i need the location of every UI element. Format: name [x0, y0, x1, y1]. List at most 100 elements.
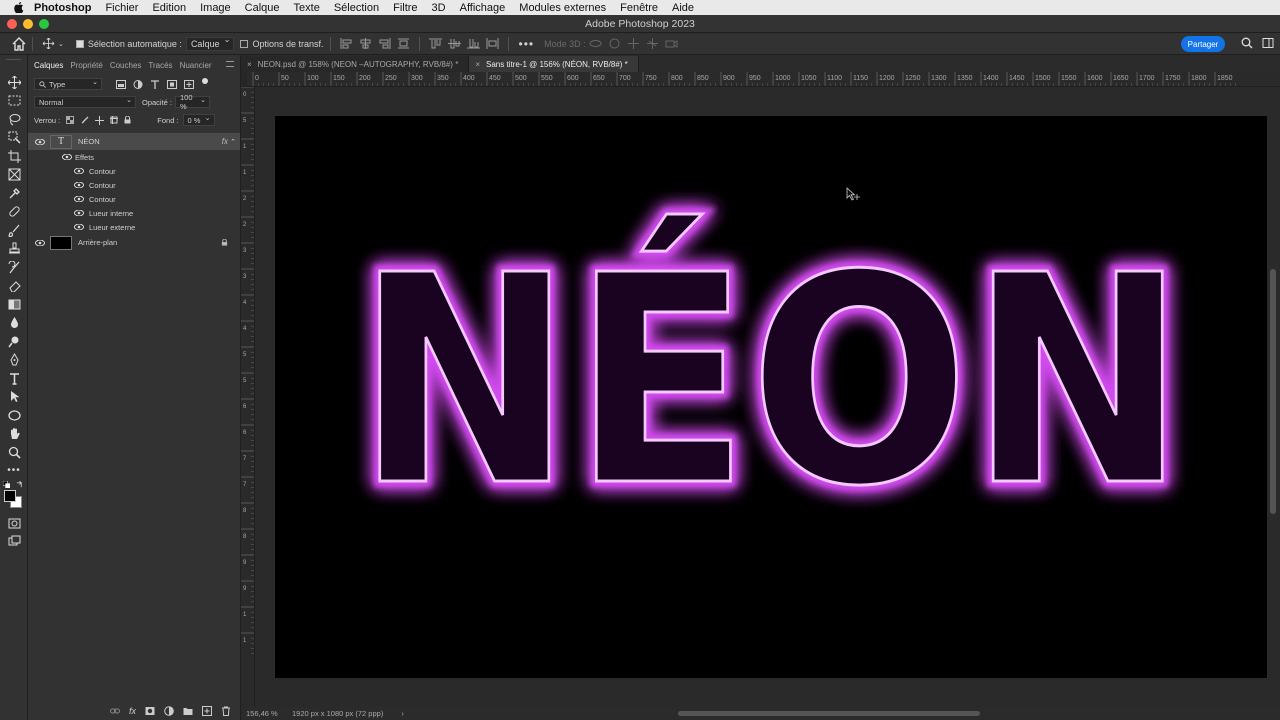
search-icon[interactable]	[1241, 37, 1253, 49]
trash-icon[interactable]	[221, 706, 231, 716]
distribute-v-icon[interactable]	[486, 38, 499, 49]
new-group-icon[interactable]	[183, 706, 193, 716]
gradient-tool[interactable]	[0, 295, 28, 314]
add-style-icon[interactable]: fx	[129, 706, 136, 716]
tab-calques[interactable]: Calques	[34, 61, 63, 70]
menu-edition[interactable]: Edition	[152, 2, 186, 14]
auto-select-dropdown[interactable]: Calque	[185, 35, 235, 51]
menu-fenetre[interactable]: Fenêtre	[620, 2, 658, 14]
type-tool[interactable]	[0, 369, 28, 388]
blend-mode-select[interactable]: Normal ⌄	[34, 96, 136, 108]
zoom-window-button[interactable]	[39, 19, 49, 29]
camera-3d-icon[interactable]	[665, 38, 678, 49]
color-swatches[interactable]	[0, 480, 27, 514]
tab-document-neon-psd[interactable]: × NEON.psd @ 158% (NEON –AUTOGRAPHY, RVB…	[241, 56, 470, 72]
distribute-icon[interactable]	[397, 38, 410, 49]
filter-toggle-icon[interactable]	[202, 78, 208, 84]
menu-texte[interactable]: Texte	[294, 2, 320, 14]
share-button[interactable]: Partager	[1181, 36, 1225, 52]
chevron-up-icon[interactable]: ⌃	[230, 138, 236, 146]
lock-transparent-icon[interactable]	[66, 116, 75, 124]
filter-type-icon[interactable]	[150, 79, 160, 89]
effect-item[interactable]: Lueur externe	[28, 220, 240, 234]
default-colors-icon[interactable]	[3, 481, 10, 488]
effect-item[interactable]: Contour	[28, 164, 240, 178]
effect-item[interactable]: Lueur interne	[28, 206, 240, 220]
close-icon[interactable]: ×	[475, 60, 480, 69]
pan-3d-icon[interactable]	[627, 38, 640, 49]
dodge-tool[interactable]	[0, 332, 28, 351]
auto-select-checkbox[interactable]	[75, 39, 84, 48]
eye-icon[interactable]	[62, 154, 72, 160]
opacity-field[interactable]: 100 % ⌄	[175, 93, 211, 111]
home-icon[interactable]	[12, 36, 26, 51]
menu-affichage[interactable]: Affichage	[460, 2, 506, 14]
status-menu-arrow[interactable]: ›	[401, 709, 404, 718]
swap-colors-icon[interactable]	[16, 481, 23, 488]
filter-shape-icon[interactable]	[167, 79, 177, 89]
align-right-icon[interactable]	[378, 38, 391, 49]
move-tool[interactable]	[0, 73, 28, 92]
brush-tool[interactable]	[0, 221, 28, 240]
effect-item[interactable]: Contour	[28, 178, 240, 192]
menu-aide[interactable]: Aide	[672, 2, 694, 14]
filter-smart-object-icon[interactable]	[184, 79, 194, 89]
effect-item[interactable]: Contour	[28, 192, 240, 206]
lock-pixels-icon[interactable]	[81, 116, 89, 124]
history-brush-tool[interactable]	[0, 258, 28, 277]
eye-icon[interactable]	[74, 210, 84, 216]
menu-calque[interactable]: Calque	[245, 2, 280, 14]
eyedropper-tool[interactable]	[0, 184, 28, 203]
screen-mode-button[interactable]	[0, 533, 28, 552]
lasso-tool[interactable]	[0, 110, 28, 129]
workspace-icon[interactable]	[1262, 37, 1274, 49]
clone-stamp-tool[interactable]	[0, 240, 28, 259]
fill-field[interactable]: 0 % ⌄	[182, 114, 215, 126]
hand-tool[interactable]	[0, 425, 28, 444]
canvas-area[interactable]: NÉON NÉON	[255, 87, 1267, 707]
edit-toolbar-button[interactable]: •••	[0, 462, 28, 481]
menu-fichier[interactable]: Fichier	[105, 2, 138, 14]
tab-document-sans-titre[interactable]: × Sans titre-1 @ 156% (NÉON, RVB/8#) *	[469, 56, 639, 72]
align-center-h-icon[interactable]	[359, 38, 372, 49]
horizontal-scroll-thumb[interactable]	[678, 711, 980, 716]
tab-nuancier[interactable]: Nuancier	[180, 61, 212, 70]
menu-modules[interactable]: Modules externes	[519, 2, 606, 14]
eye-icon[interactable]	[74, 224, 84, 230]
align-bottom-icon[interactable]	[466, 38, 480, 49]
healing-brush-tool[interactable]	[0, 203, 28, 222]
panel-menu-icon[interactable]	[226, 61, 234, 67]
tab-proprietes[interactable]: Propriété	[70, 61, 102, 70]
scroll-thumb[interactable]	[1270, 269, 1276, 514]
eye-icon[interactable]	[74, 168, 84, 174]
eye-icon[interactable]	[74, 182, 84, 188]
menu-selection[interactable]: Sélection	[334, 2, 379, 14]
eraser-tool[interactable]	[0, 277, 28, 296]
menu-3d[interactable]: 3D	[432, 2, 446, 14]
transform-controls-checkbox[interactable]	[240, 39, 249, 48]
align-middle-v-icon[interactable]	[447, 38, 461, 49]
orbit-3d-icon[interactable]	[589, 38, 602, 49]
zoom-tool[interactable]	[0, 443, 28, 462]
vertical-scrollbar[interactable]	[1267, 87, 1280, 707]
document-canvas[interactable]: NÉON NÉON	[275, 116, 1267, 678]
effects-row[interactable]: Effets	[28, 150, 240, 164]
lock-icon[interactable]	[221, 239, 228, 246]
more-options-icon[interactable]: •••	[519, 37, 535, 51]
menu-photoshop[interactable]: Photoshop	[34, 2, 91, 14]
lock-artboard-icon[interactable]	[110, 116, 119, 124]
apple-icon[interactable]	[12, 2, 26, 13]
new-layer-icon[interactable]	[202, 706, 212, 716]
ruler-horizontal[interactable]: 0 50 100 150 200 250 300 350 400 450 500 550 600 650 7…	[247, 72, 1280, 87]
filter-pixel-icon[interactable]	[116, 79, 126, 89]
add-mask-icon[interactable]	[145, 706, 155, 716]
tab-couches[interactable]: Couches	[110, 61, 142, 70]
path-selection-tool[interactable]	[0, 388, 28, 407]
align-top-icon[interactable]	[428, 38, 442, 49]
chevron-down-icon[interactable]: ⌄	[58, 40, 64, 48]
layer-fx-icon[interactable]: fx	[222, 137, 228, 146]
quick-mask-button[interactable]	[0, 514, 28, 533]
eye-icon[interactable]	[35, 138, 45, 145]
object-selection-tool[interactable]	[0, 129, 28, 148]
roll-3d-icon[interactable]	[608, 38, 621, 49]
